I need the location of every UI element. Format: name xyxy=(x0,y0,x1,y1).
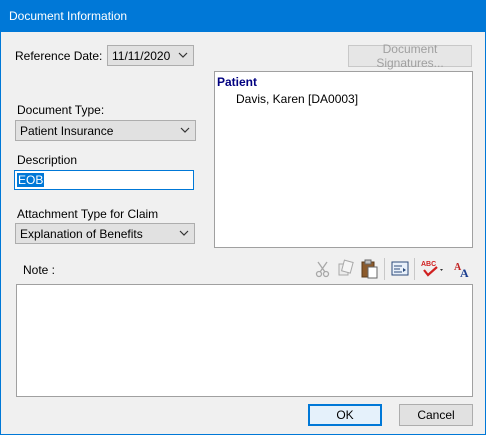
patient-name[interactable]: Davis, Karen [DA0003] xyxy=(236,92,358,106)
chevron-down-icon xyxy=(178,52,188,58)
patient-heading: Patient xyxy=(217,75,258,89)
description-value: EOB xyxy=(17,173,45,187)
toolbar-separator xyxy=(384,258,385,280)
attachment-type-value: Explanation of Benefits xyxy=(20,227,143,241)
document-signatures-label: Document Signatures... xyxy=(376,42,444,70)
copy-icon[interactable] xyxy=(336,259,356,279)
document-signatures-button[interactable]: Document Signatures... xyxy=(348,42,472,70)
patient-panel: Patient Davis, Karen [DA0003] xyxy=(214,71,473,248)
description-input[interactable]: EOB xyxy=(14,170,194,190)
chevron-down-icon xyxy=(179,230,189,236)
attachment-type-label: Attachment Type for Claim xyxy=(17,207,159,221)
document-type-label: Document Type: xyxy=(17,103,105,117)
ok-label: OK xyxy=(336,408,354,422)
spell-check-icon[interactable]: ABC xyxy=(420,258,446,278)
paste-icon[interactable] xyxy=(359,259,379,279)
document-information-dialog: Document Information Reference Date: 11/… xyxy=(0,0,486,435)
cancel-button[interactable]: Cancel xyxy=(399,404,473,426)
toolbar-separator xyxy=(414,258,415,280)
note-label: Note : xyxy=(23,263,56,277)
svg-text:ABC: ABC xyxy=(421,261,436,268)
svg-text:A: A xyxy=(460,266,469,279)
cut-icon[interactable] xyxy=(313,259,333,279)
document-type-value: Patient Insurance xyxy=(20,124,114,138)
ok-button[interactable]: OK xyxy=(308,404,382,426)
title-bar: Document Information xyxy=(1,1,485,32)
document-type-select[interactable]: Patient Insurance xyxy=(15,120,196,141)
description-label: Description xyxy=(17,153,78,167)
cancel-label: Cancel xyxy=(417,408,455,422)
reference-date-label: Reference Date: xyxy=(15,49,103,63)
font-icon[interactable]: A A xyxy=(453,259,473,279)
attachment-type-select[interactable]: Explanation of Benefits xyxy=(15,223,195,244)
chevron-down-icon xyxy=(180,127,190,133)
reference-date-value: 11/11/2020 xyxy=(112,49,171,63)
note-textarea[interactable] xyxy=(16,284,473,397)
reference-date-picker[interactable]: 11/11/2020 xyxy=(107,45,194,66)
insert-text-icon[interactable] xyxy=(390,259,410,279)
window-title: Document Information xyxy=(9,9,128,23)
